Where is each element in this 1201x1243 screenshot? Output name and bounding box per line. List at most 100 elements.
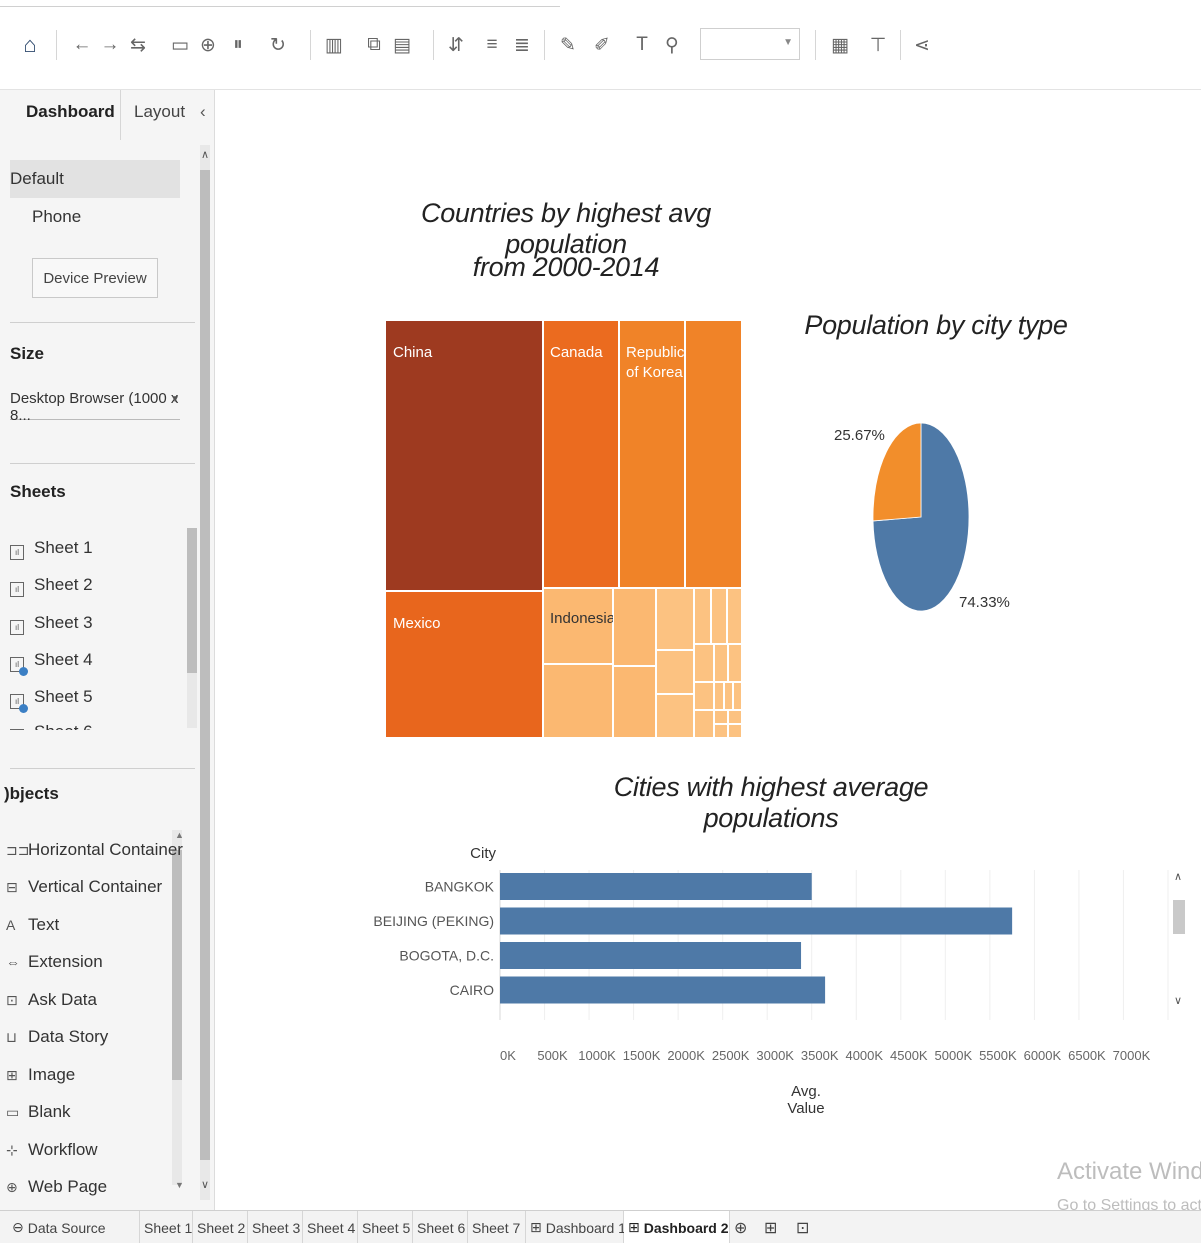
new-datasource-icon[interactable]: ⊕ bbox=[196, 30, 220, 60]
treemap[interactable]: China Mexico Canada Republic of Korea In… bbox=[385, 320, 742, 738]
treemap-cell[interactable] bbox=[728, 644, 742, 682]
new-sheet-icon[interactable]: ▥ bbox=[322, 30, 346, 60]
object-workflow[interactable]: ⊹ Workflow bbox=[6, 1140, 98, 1160]
treemap-cell[interactable] bbox=[728, 710, 742, 724]
treemap-cell[interactable] bbox=[724, 682, 733, 710]
tab-data-source[interactable]: ⊖ Data Source bbox=[0, 1211, 140, 1243]
object-ask-data[interactable]: ⊡ Ask Data bbox=[6, 990, 97, 1010]
treemap-cell[interactable] bbox=[728, 724, 742, 738]
scroll-up-icon[interactable]: ▲ bbox=[175, 830, 184, 840]
bar-beijing-peking-[interactable] bbox=[500, 907, 1013, 935]
sheet-item-5[interactable]: ıl Sheet 5 bbox=[10, 687, 93, 713]
object-blank[interactable]: ▭ Blank bbox=[6, 1102, 71, 1122]
sheets-scrollbar-thumb[interactable] bbox=[187, 528, 197, 673]
home-icon[interactable]: ⌂ bbox=[18, 30, 42, 60]
pause-icon[interactable]: ⏸ bbox=[226, 30, 250, 60]
object-extension[interactable]: ⇔ Extension bbox=[6, 952, 103, 972]
treemap-cell[interactable] bbox=[694, 710, 714, 738]
treemap-cell[interactable] bbox=[714, 644, 728, 682]
duplicate-icon[interactable]: ⧉ bbox=[362, 30, 386, 60]
collapse-panel-icon[interactable]: ‹ bbox=[200, 102, 206, 122]
object-horizontal-container[interactable]: ⊐⊐Horizontal Container bbox=[6, 840, 183, 860]
bar-scrollbar-thumb[interactable] bbox=[1173, 900, 1185, 934]
scroll-down-icon[interactable]: ▼ bbox=[175, 1180, 184, 1190]
treemap-cell[interactable] bbox=[685, 320, 742, 588]
scroll-down-icon[interactable]: ∨ bbox=[201, 1178, 209, 1191]
treemap-cell[interactable] bbox=[714, 710, 728, 724]
object-vertical-container[interactable]: ⊟ Vertical Container bbox=[6, 877, 162, 897]
object-web-page[interactable]: ⊕ Web Page bbox=[6, 1177, 107, 1197]
object-data-story[interactable]: ⊔ Data Story bbox=[6, 1027, 108, 1047]
treemap-cell-china[interactable]: China bbox=[385, 320, 543, 591]
sheet-item-1[interactable]: ıl Sheet 1 bbox=[10, 538, 93, 560]
treemap-cell[interactable] bbox=[613, 588, 656, 666]
treemap-cell[interactable] bbox=[543, 664, 613, 738]
pin-icon[interactable]: ⚲ bbox=[660, 30, 684, 60]
highlight-icon[interactable]: ✎ bbox=[556, 30, 580, 60]
save-icon[interactable]: ▭ bbox=[168, 30, 192, 60]
swap-axes-icon[interactable]: ⇵ bbox=[444, 30, 468, 60]
swap-icon[interactable]: ⇆ bbox=[126, 30, 150, 60]
tab-sheet-1[interactable]: Sheet 1 bbox=[140, 1211, 193, 1243]
fit-dropdown[interactable]: ▼ bbox=[700, 28, 800, 60]
tab-sheet-6[interactable]: Sheet 6 bbox=[413, 1211, 468, 1243]
sort-asc-icon[interactable]: ≡ bbox=[480, 30, 504, 60]
tab-layout[interactable]: Layout bbox=[134, 102, 185, 122]
treemap-cell[interactable] bbox=[694, 644, 714, 682]
tab-dashboard-2[interactable]: ⊞ Dashboard 2 bbox=[624, 1211, 730, 1243]
tab-dashboard[interactable]: Dashboard bbox=[26, 102, 115, 122]
refresh-icon[interactable]: ↻ bbox=[266, 30, 290, 60]
new-worksheet-icon[interactable]: ⊕ bbox=[730, 1211, 760, 1243]
labels-icon[interactable]: T bbox=[630, 30, 654, 60]
tab-sheet-5[interactable]: Sheet 5 bbox=[358, 1211, 413, 1243]
objects-scrollbar-thumb[interactable] bbox=[172, 850, 182, 1080]
treemap-cell[interactable] bbox=[656, 588, 694, 650]
bar-bangkok[interactable] bbox=[500, 873, 812, 900]
treemap-cell-korea[interactable]: Republic of Korea bbox=[619, 320, 685, 588]
clear-icon[interactable]: ▤ bbox=[390, 30, 414, 60]
object-image[interactable]: ⊞ Image bbox=[6, 1065, 75, 1085]
bar-bogota-d-c-[interactable] bbox=[500, 942, 802, 969]
bar-chart-scrollbar[interactable]: ∧ ∨ bbox=[1171, 870, 1187, 1010]
show-me-icon[interactable]: ▦ bbox=[828, 30, 852, 60]
device-default[interactable]: Default bbox=[10, 169, 64, 189]
sort-desc-icon[interactable]: ≣ bbox=[510, 30, 534, 60]
tab-sheet-7[interactable]: Sheet 7 bbox=[468, 1211, 526, 1243]
tab-dashboard-1[interactable]: ⊞ Dashboard 1 bbox=[526, 1211, 626, 1243]
new-story-icon[interactable]: ⊡ bbox=[792, 1211, 822, 1243]
treemap-cell[interactable] bbox=[694, 682, 714, 710]
treemap-cell[interactable] bbox=[656, 650, 694, 694]
tab-sheet-4[interactable]: Sheet 4 bbox=[303, 1211, 358, 1243]
treemap-cell[interactable] bbox=[727, 588, 742, 644]
treemap-cell[interactable] bbox=[714, 724, 728, 738]
sheet-item-3[interactable]: ıl Sheet 3 bbox=[10, 613, 93, 635]
sheet-item-2[interactable]: ıl Sheet 2 bbox=[10, 575, 93, 597]
sheet-item-6[interactable]: ıl Sheet 6 bbox=[10, 722, 93, 730]
share-icon[interactable]: ⋖ bbox=[910, 30, 934, 60]
undo-icon[interactable]: ← bbox=[70, 30, 94, 60]
scroll-up-icon[interactable]: ∧ bbox=[201, 148, 209, 161]
device-phone[interactable]: Phone bbox=[32, 207, 81, 227]
treemap-cell[interactable] bbox=[694, 588, 711, 644]
tab-sheet-2[interactable]: Sheet 2 bbox=[193, 1211, 248, 1243]
bar-chart[interactable]: BANGKOK BEIJING (PEKING) BOGOTA, D.C. CAIRO… bbox=[216, 870, 1201, 1070]
treemap-cell-indonesia[interactable]: Indonesia bbox=[543, 588, 615, 664]
treemap-cell-canada[interactable]: Canada bbox=[543, 320, 619, 588]
new-dashboard-icon[interactable]: ⊞ bbox=[760, 1211, 790, 1243]
object-text[interactable]: A Text bbox=[6, 915, 59, 935]
presentation-icon[interactable]: ⊤ bbox=[866, 30, 890, 60]
treemap-cell[interactable] bbox=[714, 682, 724, 710]
panel-scrollbar-thumb[interactable] bbox=[200, 170, 210, 1160]
pie-chart[interactable] bbox=[871, 420, 971, 615]
bar-cairo[interactable] bbox=[500, 976, 826, 1004]
treemap-cell[interactable] bbox=[733, 682, 742, 710]
tab-sheet-3[interactable]: Sheet 3 bbox=[248, 1211, 303, 1243]
scroll-up-icon[interactable]: ∧ bbox=[1174, 870, 1182, 883]
device-preview-button[interactable]: Device Preview bbox=[32, 258, 158, 298]
treemap-cell[interactable] bbox=[711, 588, 727, 644]
size-select[interactable]: Desktop Browser (1000 x 8... ▼ bbox=[10, 390, 180, 424]
scroll-down-icon[interactable]: ∨ bbox=[1174, 994, 1182, 1007]
treemap-cell-mexico[interactable]: Mexico bbox=[385, 591, 543, 738]
redo-icon[interactable]: → bbox=[98, 30, 122, 60]
treemap-cell[interactable] bbox=[613, 666, 656, 738]
